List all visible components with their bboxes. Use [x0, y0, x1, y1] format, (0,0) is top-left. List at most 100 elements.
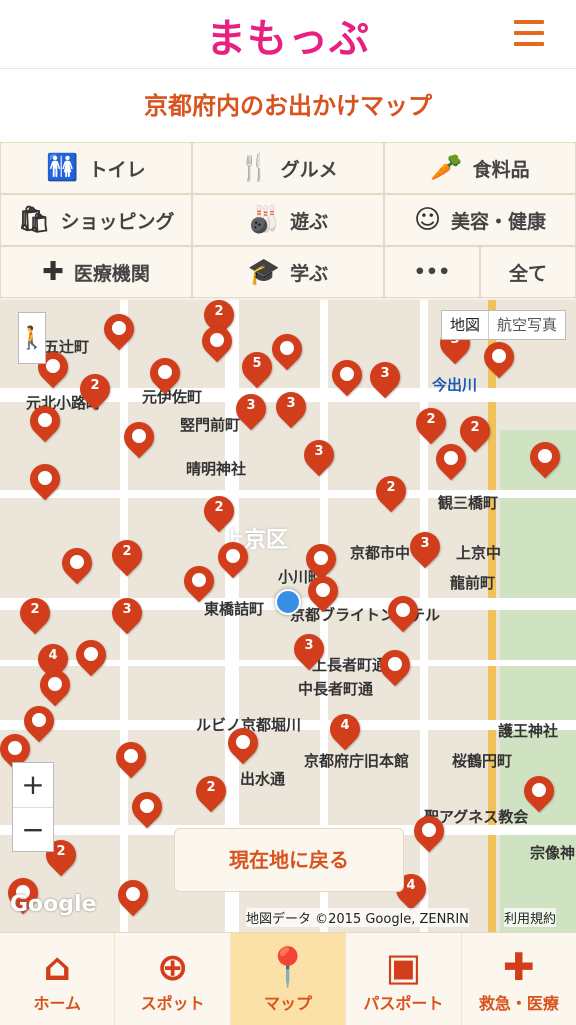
map-label: 龍前町 [450, 574, 496, 592]
tab-passport[interactable]: ▣ パスポート [346, 933, 462, 1025]
map-pin[interactable]: 2 [73, 367, 117, 414]
map-pin[interactable] [111, 873, 155, 920]
map-pin[interactable] [55, 541, 99, 588]
map-label: 桜鶴円町 [452, 752, 513, 770]
search-plus-icon: ⊕ [156, 945, 189, 989]
page-title: 京都府内のお出かけマップ [144, 92, 432, 120]
map-pin[interactable] [143, 351, 187, 398]
map-pin[interactable] [23, 399, 67, 446]
category-gourmet[interactable]: 🍴 グルメ [192, 142, 384, 194]
category-more[interactable]: ••• [384, 246, 480, 298]
map-label: 今出川 [432, 376, 478, 394]
map-pin[interactable] [177, 559, 221, 606]
map-pin[interactable] [477, 335, 521, 382]
map-terms-link[interactable]: 利用規約 [504, 908, 557, 927]
map-label: 護王神社 [498, 722, 559, 740]
current-location-marker [275, 589, 301, 615]
map-pin[interactable] [97, 307, 141, 354]
medical-cross-icon: ✚ [42, 257, 64, 287]
category-beauty-health[interactable]: ☺ 美容・健康 [384, 194, 576, 246]
map-pin[interactable] [211, 535, 255, 582]
map-pin[interactable]: 3 [297, 433, 341, 480]
category-toilet[interactable]: 🚻 トイレ [0, 142, 192, 194]
map-pin[interactable]: 2 [197, 489, 241, 536]
graduation-cap-icon: 🎓 [247, 257, 281, 287]
map-pin[interactable]: 2 [105, 533, 149, 580]
map-label: 出水通 [240, 770, 286, 788]
map-pin[interactable]: 3 [269, 385, 313, 432]
map-pin[interactable]: 3 [229, 387, 273, 434]
map-pin[interactable] [407, 809, 451, 856]
tab-spot[interactable]: ⊕ スポット [115, 933, 231, 1025]
map-pin[interactable]: 2 [189, 769, 233, 816]
category-groceries[interactable]: 🥕 食料品 [384, 142, 576, 194]
map-label: 上京中 [456, 544, 502, 562]
map-pin[interactable]: 5 [235, 345, 279, 392]
tab-map[interactable]: 📍 マップ [230, 933, 347, 1025]
google-logo: Google [10, 892, 97, 917]
app-logo: まもっぷ [206, 16, 370, 62]
return-to-current-location-button[interactable]: 現在地に戻る [174, 828, 404, 892]
tab-home[interactable]: ⌂ ホーム [0, 933, 116, 1025]
street-view-pegman-icon[interactable]: 🚶 [18, 312, 46, 364]
map-pin[interactable] [523, 435, 567, 482]
map-pin[interactable] [117, 415, 161, 462]
category-play[interactable]: 🎳 遊ぶ [192, 194, 384, 246]
map-pin[interactable] [429, 437, 473, 484]
map-pin[interactable]: 3 [287, 627, 331, 674]
map-pin[interactable] [195, 319, 239, 366]
map-pin[interactable] [325, 353, 369, 400]
map-pin[interactable]: 3 [363, 355, 407, 402]
category-grid: 🚻 トイレ 🍴 グルメ 🥕 食料品 🛍 ショッピング 🎳 遊ぶ ☺ 美容・健康 ✚ 医療機関 … [0, 142, 576, 300]
map-attribution: 地図データ ©2015 Google, ZENRIN [246, 908, 469, 927]
map-type-satellite-button[interactable]: 航空写真 [489, 311, 565, 339]
map-pin[interactable]: 2 [409, 401, 453, 448]
map-label: 宗像神 [530, 844, 576, 862]
zoom-control: + − [12, 762, 54, 852]
category-medical[interactable]: ✚ 医療機関 [0, 246, 192, 298]
map-pin[interactable] [221, 721, 265, 768]
map-pin[interactable]: 3 [403, 525, 447, 572]
category-learn[interactable]: 🎓 学ぶ [192, 246, 384, 298]
map-type-toggle: 地図 航空写真 [440, 310, 566, 340]
page-title-bar: 京都府内のお出かけマップ [0, 68, 576, 143]
category-shopping[interactable]: 🛍 ショッピング [0, 194, 192, 246]
map-pin[interactable] [23, 457, 67, 504]
map-pin-icon: 📍 [264, 945, 312, 989]
home-icon: ⌂ [43, 945, 71, 989]
map-pin[interactable] [381, 589, 425, 636]
category-all[interactable]: 全て [480, 246, 576, 298]
map-view[interactable]: 五辻町 元北小路町 元伊佐町 竪門前町 晴明神社 上京区 小川町 東橋詰町 京都… [0, 300, 576, 932]
map-pin[interactable]: 2 [369, 469, 413, 516]
toilet-icon: 🚻 [46, 153, 79, 183]
passport-icon: ▣ [385, 945, 422, 989]
map-label: 竪門前町 [180, 416, 241, 434]
map-label: 観三橋町 [438, 494, 499, 512]
map-pin[interactable] [373, 643, 417, 690]
map-label: 中長者町通 [298, 680, 374, 698]
tab-emergency[interactable]: ✚ 救急・医療 [462, 933, 576, 1025]
map-pin[interactable] [517, 769, 561, 816]
shopping-icon: 🛍 [17, 205, 51, 235]
map-pin[interactable] [301, 569, 345, 616]
fork-knife-icon: 🍴 [238, 153, 271, 183]
map-pin[interactable]: 2 [13, 591, 57, 638]
hamburger-menu-icon[interactable] [514, 20, 544, 46]
zoom-out-button[interactable]: − [13, 808, 53, 852]
map-pin[interactable] [33, 663, 77, 710]
map-pin[interactable]: 3 [105, 591, 149, 638]
bowling-icon: 🎳 [247, 205, 281, 235]
carrot-icon: 🥕 [430, 153, 463, 183]
map-pin[interactable] [125, 785, 169, 832]
map-pin[interactable] [265, 327, 309, 374]
app-header: まもっぷ [0, 0, 576, 68]
map-pin[interactable]: 4 [323, 707, 367, 754]
more-icon: ••• [413, 261, 451, 283]
map-pin[interactable] [69, 633, 113, 680]
zoom-in-button[interactable]: + [13, 763, 53, 808]
map-pin[interactable] [109, 735, 153, 782]
map-type-map-button[interactable]: 地図 [442, 311, 489, 339]
emergency-cross-icon: ✚ [502, 945, 535, 989]
map-label: 京都市中 [350, 544, 411, 562]
bottom-tab-bar: ⌂ ホーム ⊕ スポット 📍 マップ ▣ パスポート ✚ 救急・医療 [0, 932, 576, 1025]
